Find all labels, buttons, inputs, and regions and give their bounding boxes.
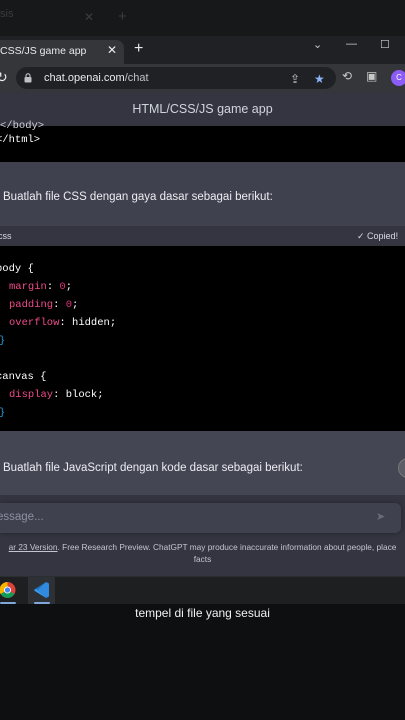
assistant-message: Buatlah file JavaScript dengan kode dasa… (0, 431, 405, 495)
code-line: overflow: hidden; (9, 317, 117, 329)
url-text[interactable]: chat.openai.com/chat (44, 72, 149, 84)
chrome-taskbar-app[interactable] (0, 577, 21, 604)
code-line: </body> (0, 120, 45, 132)
code-line: body { (0, 263, 34, 275)
lock-icon[interactable] (24, 73, 32, 83)
background-window-strip: sis ✕ + (0, 0, 405, 36)
minimize-button[interactable]: — (346, 38, 357, 50)
message-input[interactable]: essage... (0, 511, 44, 523)
taskbar (0, 576, 405, 604)
tab-chatgpt[interactable]: CSS/JS game app ✕ (0, 40, 124, 64)
code-block-header: css ✓ Copied! (0, 226, 405, 246)
code-line: padding: 0; (9, 299, 79, 311)
css-value: 0 (59, 281, 66, 293)
side-panel-icon[interactable]: ▣ (366, 69, 377, 83)
message-composer[interactable]: essage... ➤ (0, 503, 401, 533)
tab-title: CSS/JS game app (0, 45, 87, 57)
bookmark-star-icon[interactable]: ★ (314, 72, 325, 86)
url-path: /chat (124, 72, 149, 84)
code-language-label: css (0, 231, 12, 241)
close-icon[interactable]: ✕ (107, 43, 117, 57)
scroll-down-button[interactable] (398, 458, 405, 478)
chrome-icon (0, 582, 16, 598)
active-indicator (0, 602, 16, 604)
css-property: overflow (9, 317, 60, 329)
copy-code-button[interactable]: ✓ Copied! (357, 231, 398, 242)
video-caption: tempel di file yang sesuai (135, 606, 270, 620)
copy-label: Copied! (367, 231, 399, 241)
maximize-button[interactable]: ☐ (380, 38, 390, 51)
tab-search-icon[interactable]: ⌄ (313, 38, 322, 51)
check-icon: ✓ (357, 231, 368, 241)
css-selector: canvas { (0, 371, 47, 383)
chat-title: HTML/CSS/JS game app (132, 102, 273, 116)
css-code-block: body { margin: 0; padding: 0; overflow: … (0, 246, 405, 431)
vscode-icon (34, 582, 49, 598)
css-property: margin (9, 281, 47, 293)
assistant-message-text: Buatlah file JavaScript dengan kode dasa… (3, 462, 303, 474)
css-value: block (65, 389, 98, 401)
toolbar: ↻ chat.openai.com/chat ⇪ ★ ⟲ ▣ C (0, 64, 405, 92)
browser-window: CSS/JS game app ✕ + ⌄ — ☐ ↻ chat.openai.… (0, 36, 405, 576)
css-selector: body { (0, 263, 34, 275)
code-line: margin: 0; (9, 281, 73, 293)
new-tab-icon[interactable]: + (118, 8, 127, 25)
user-message: Buatlah file CSS dengan gaya dasar sebag… (0, 162, 405, 226)
new-tab-button[interactable]: + (134, 40, 143, 58)
send-icon[interactable]: ➤ (376, 510, 385, 523)
disclaimer-text-cont: facts (193, 554, 212, 564)
extension-icon[interactable]: ⟲ (342, 69, 352, 83)
css-value: hidden (72, 317, 110, 329)
reload-icon[interactable]: ↻ (0, 69, 8, 86)
css-value: 0 (65, 299, 73, 311)
disclaimer-text: . Free Research Preview. ChatGPT may pro… (57, 542, 397, 552)
background-tab-label: sis (0, 8, 14, 20)
address-bar[interactable]: chat.openai.com/chat ⇪ ★ (16, 67, 336, 89)
css-property: padding (9, 299, 54, 311)
tab-strip: CSS/JS game app ✕ + ⌄ — ☐ (0, 36, 405, 64)
background-tab[interactable]: sis ✕ + (0, 8, 127, 30)
profile-avatar[interactable]: C (391, 70, 405, 86)
disclaimer-footer: ar 23 Version. Free Research Preview. Ch… (0, 541, 405, 565)
vscode-taskbar-app[interactable] (28, 577, 55, 604)
previous-code-block: </body> </html> (0, 120, 405, 162)
code-line: canvas { (0, 371, 46, 383)
css-property: display (9, 389, 54, 401)
chat-header: HTML/CSS/JS game app (0, 92, 405, 127)
close-icon[interactable]: ✕ (84, 10, 94, 24)
share-icon[interactable]: ⇪ (290, 72, 300, 86)
active-indicator (34, 602, 50, 604)
code-line: } (0, 407, 5, 419)
code-line: } (0, 335, 5, 347)
code-line: </html> (0, 134, 41, 146)
url-domain: chat.openai.com (44, 72, 125, 84)
code-line: display: block; (9, 389, 104, 401)
release-notes-link[interactable]: ar 23 Version (9, 542, 58, 552)
user-message-text: Buatlah file CSS dengan gaya dasar sebag… (3, 191, 273, 203)
